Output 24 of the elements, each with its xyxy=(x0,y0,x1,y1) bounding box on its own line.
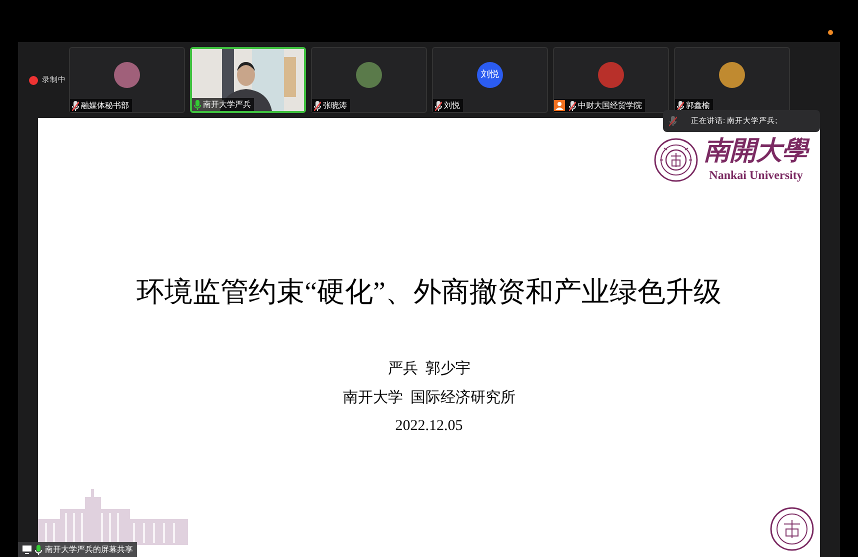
avatar-initials: 刘悦 xyxy=(477,62,503,88)
participant-name: 南开大学严兵 xyxy=(203,98,251,110)
slide-title: 环境监管约束“硬化”、外商撤资和产业绿色升级 xyxy=(136,276,722,310)
participant-name: 中财大国经贸学院 xyxy=(578,100,642,112)
university-seal-icon xyxy=(770,507,814,551)
mic-muted-icon xyxy=(669,116,677,126)
participant-name: 融媒体秘书部 xyxy=(81,100,129,112)
screen-share-text: 南开大学严兵的屏幕共享 xyxy=(45,544,133,556)
university-seal-icon xyxy=(654,138,698,182)
participant-name: 郭鑫榆 xyxy=(686,100,710,112)
university-name-chinese: 南開大學 xyxy=(704,136,808,166)
participant-name: 张晓涛 xyxy=(323,100,347,112)
participant-tile[interactable]: 张晓涛 xyxy=(311,47,427,113)
participant-tile[interactable]: 融媒体秘书部 xyxy=(69,47,185,113)
slide-date: 2022.12.05 xyxy=(395,417,463,436)
university-name-english: Nankai University xyxy=(709,167,803,184)
video-tile[interactable]: 南开大学严兵 xyxy=(190,47,306,113)
participant-name: 刘悦 xyxy=(444,100,460,112)
participant-tile[interactable]: 中财大国经贸学院 xyxy=(553,47,669,113)
slide-authors: 严兵 郭少宇 xyxy=(388,359,470,379)
participant-tile[interactable]: 刘悦 刘悦 xyxy=(432,47,548,113)
participant-tile[interactable]: 郭鑫榆 xyxy=(674,47,790,113)
screen-share-icon xyxy=(22,545,32,554)
slide-affiliation: 南开大学 国际经济研究所 xyxy=(342,388,516,408)
